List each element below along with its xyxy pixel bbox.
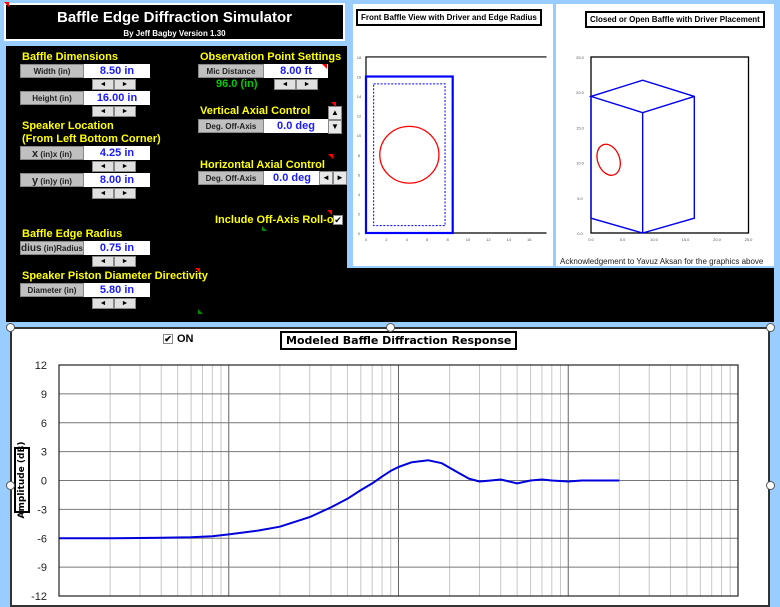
y-tick-label: 3 [41,447,47,459]
y-tick-label: 6 [41,418,47,430]
y-axis-label: Amplitude (dB) [17,441,27,519]
y-tick-label: 9 [41,389,47,401]
y-tick-label: 12 [35,360,47,372]
resize-handle[interactable] [766,481,775,490]
y-tick-label: 0 [41,476,47,488]
resize-handle[interactable] [386,323,395,332]
response-chart-title: Modeled Baffle Diffraction Response [280,331,518,350]
y-tick-label: -12 [31,591,47,601]
y-tick-label: -9 [37,562,47,574]
resize-handle[interactable] [6,323,15,332]
on-label: ON [177,333,194,345]
y-axis-label-box: Amplitude (dB) [14,442,30,518]
resize-handle[interactable] [766,323,775,332]
y-tick-label: -3 [37,504,47,516]
y-tick-label: -6 [37,533,47,545]
resize-handle[interactable] [6,481,15,490]
response-curve [59,459,620,540]
response-plot: 12 9 6 3 0 -3 -6 -9 -12 [31,360,739,601]
on-checkbox[interactable]: ✔ [163,334,173,344]
on-toggle[interactable]: ✔ ON [163,333,194,345]
